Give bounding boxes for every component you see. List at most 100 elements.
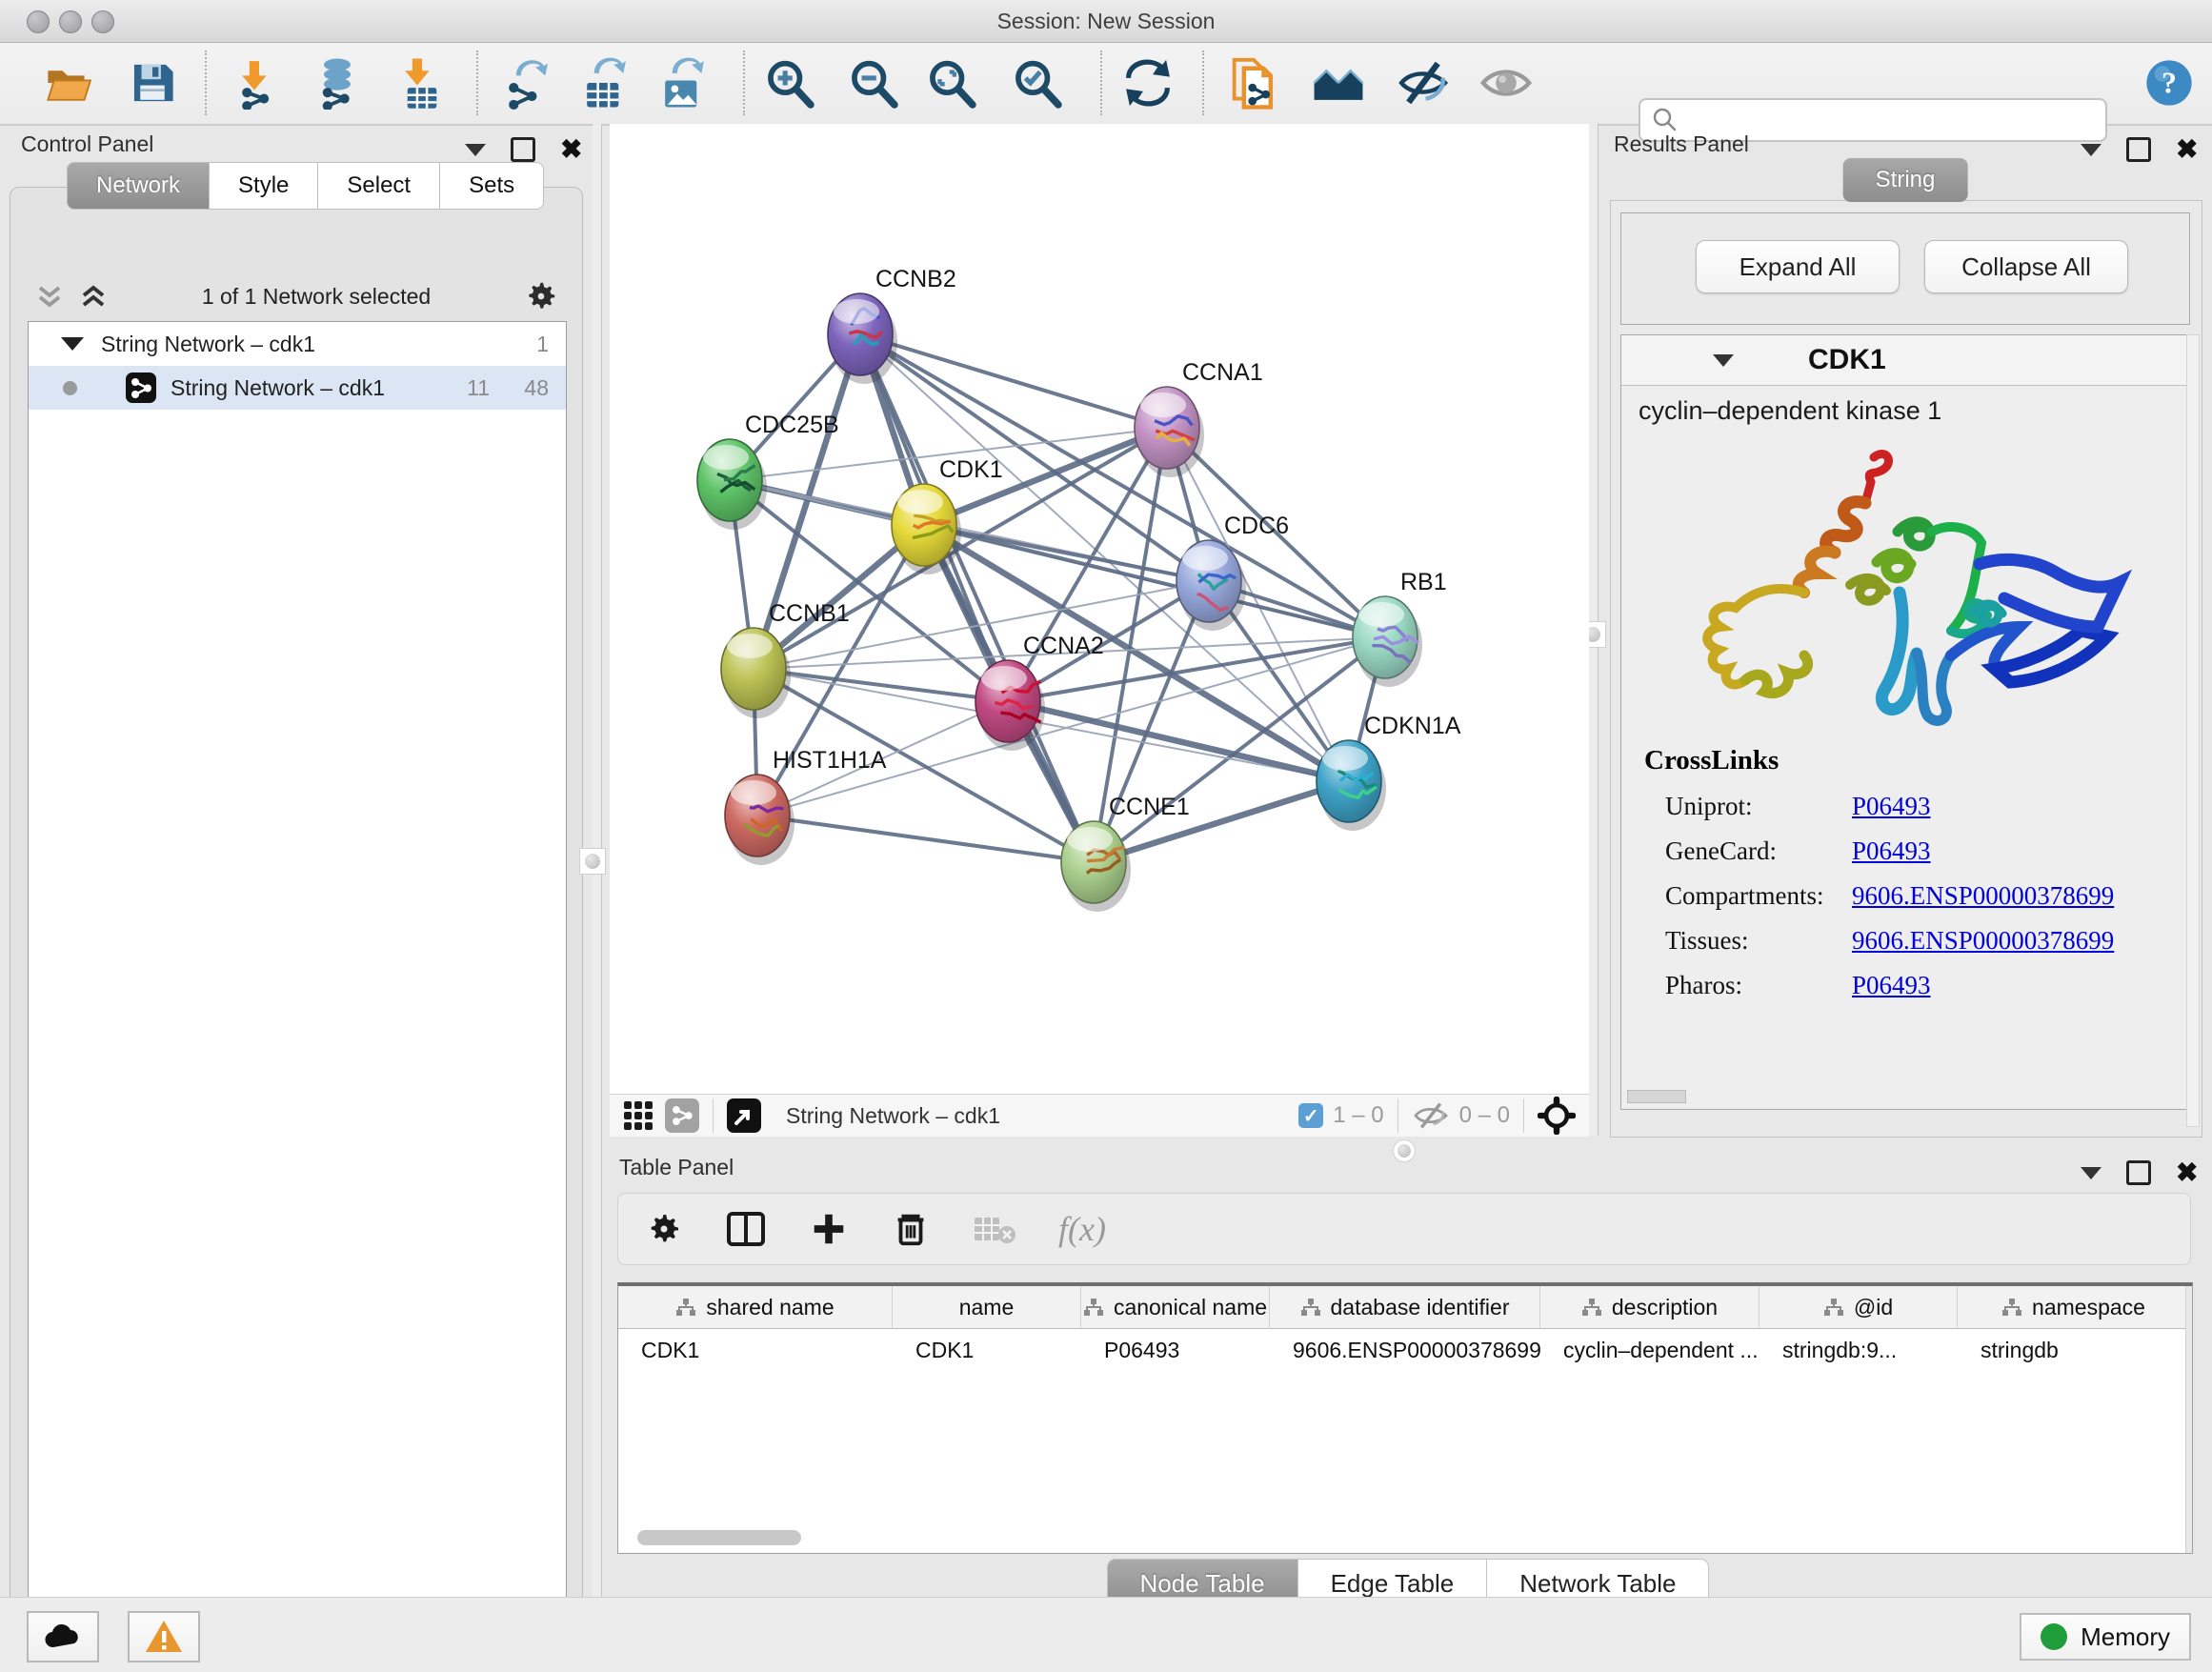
results-scrollbar-track[interactable] [2186, 334, 2200, 1127]
share-document-icon[interactable] [1227, 56, 1280, 110]
string-home-icon[interactable] [1312, 56, 1365, 110]
export-network-icon[interactable] [499, 56, 553, 110]
shared-column-icon [1300, 1298, 1321, 1317]
node-table-grid[interactable]: shared namenamecanonical namedatabase id… [617, 1282, 2193, 1554]
node-CCNE1[interactable]: CCNE1 [1061, 794, 1190, 912]
split-columns-icon[interactable] [725, 1208, 767, 1250]
column-header-namespace[interactable]: namespace [1958, 1286, 2190, 1328]
results-panel-title: Results Panel [1614, 131, 1749, 157]
network-overview-icon[interactable] [665, 1098, 699, 1133]
column-header-shared-name[interactable]: shared name [618, 1286, 893, 1328]
expand-all-button[interactable]: Expand All [1696, 240, 1900, 293]
crosslink-link[interactable]: P06493 [1852, 971, 1931, 1000]
tab-select[interactable]: Select [318, 162, 440, 210]
cloud-button[interactable] [27, 1611, 99, 1662]
tab-string[interactable]: String [1843, 158, 1968, 202]
pan-crosshair-icon[interactable] [1538, 1097, 1576, 1135]
table-panel-menu-icon[interactable] [2081, 1167, 2101, 1179]
collapse-all-button[interactable]: Collapse All [1924, 240, 2128, 293]
table-row[interactable]: CDK1CDK1P064939606.ENSP00000378699cyclin… [618, 1329, 2192, 1371]
string-network-icon [125, 372, 157, 404]
add-column-icon[interactable] [809, 1209, 849, 1249]
collection-expand-icon[interactable] [61, 337, 84, 351]
crosslink-link[interactable]: P06493 [1852, 836, 1931, 866]
grid-view-icon[interactable] [621, 1098, 655, 1133]
node-RB1[interactable]: RB1 [1353, 569, 1447, 687]
table-panel-float-icon[interactable] [2126, 1160, 2151, 1185]
table-hscroll-thumb[interactable] [637, 1530, 801, 1545]
results-panel-float-icon[interactable] [2126, 137, 2151, 162]
results-panel-menu-icon[interactable] [2081, 144, 2101, 156]
collection-count: 1 [536, 332, 549, 357]
export-image-icon[interactable] [655, 56, 709, 110]
network-collection-row[interactable]: String Network – cdk1 1 [29, 322, 566, 366]
results-panel-close-icon[interactable]: ✖ [2176, 140, 2198, 159]
edge-CCNA2-CDKN1A [1008, 701, 1349, 781]
network-view-canvas[interactable]: CCNB2CCNA1CDC25BCDK1CDC6RB1CCNB1CCNA2CDK… [610, 124, 1589, 1094]
refresh-layout-icon[interactable] [1121, 56, 1175, 110]
open-session-icon[interactable] [42, 56, 95, 110]
tab-style[interactable]: Style [210, 162, 318, 210]
cell-description[interactable]: cyclin–dependent ... [1540, 1329, 1760, 1371]
cell-name[interactable]: CDK1 [893, 1329, 1081, 1371]
network-label: String Network – cdk1 [171, 375, 385, 401]
hide-results-eye-icon[interactable] [1397, 56, 1450, 110]
warning-button[interactable] [128, 1611, 200, 1662]
edge-CCNB2-CCNA1 [860, 334, 1167, 428]
crosslink-row: Uniprot:P06493 [1644, 792, 2174, 821]
show-results-eye-icon[interactable] [1479, 56, 1533, 110]
cell--id[interactable]: stringdb:9... [1760, 1329, 1958, 1371]
node-CDKN1A[interactable]: CDKN1A [1317, 713, 1461, 831]
protein-box-hscroll-thumb[interactable] [1627, 1090, 1686, 1103]
export-table-icon[interactable] [577, 56, 631, 110]
import-table-icon[interactable] [395, 56, 449, 110]
column-header-name[interactable]: name [893, 1286, 1081, 1328]
cell-database-identifier[interactable]: 9606.ENSP00000378699 [1270, 1329, 1540, 1371]
zoom-out-icon[interactable] [846, 56, 899, 110]
detach-view-icon[interactable] [727, 1098, 761, 1133]
help-icon[interactable]: ? [2144, 58, 2194, 108]
table-gear-icon[interactable] [645, 1210, 683, 1248]
left-split-handle[interactable] [579, 848, 606, 875]
import-network-file-icon[interactable] [232, 56, 286, 110]
node-HIST1H1A[interactable]: HIST1H1A [725, 747, 887, 865]
collapse-all-icon[interactable] [33, 280, 66, 312]
column-header-canonical-name[interactable]: canonical name [1081, 1286, 1270, 1328]
crosslink-link[interactable]: P06493 [1852, 792, 1931, 821]
crosslink-link[interactable]: 9606.ENSP00000378699 [1852, 926, 2114, 956]
cell-namespace[interactable]: stringdb [1958, 1329, 2190, 1371]
gear-icon[interactable] [523, 278, 559, 314]
delete-column-icon[interactable] [891, 1209, 931, 1249]
protein-description: cyclin–dependent kinase 1 [1639, 396, 2176, 426]
column-header-description[interactable]: description [1540, 1286, 1760, 1328]
table-vscroll-track[interactable] [2185, 1286, 2192, 1553]
protein-header[interactable]: CDK1 [1621, 335, 2189, 386]
protein-collapse-icon[interactable] [1713, 354, 1734, 367]
zoom-in-icon[interactable] [762, 56, 815, 110]
control-panel-float-icon[interactable] [511, 137, 535, 162]
memory-status-dot [2041, 1623, 2067, 1650]
node-CCNB2[interactable]: CCNB2 [828, 266, 956, 384]
zoom-fit-icon[interactable] [924, 56, 977, 110]
tab-network[interactable]: Network [67, 162, 210, 210]
node-CCNB1[interactable]: CCNB1 [721, 600, 850, 718]
zoom-selected-icon[interactable] [1010, 56, 1063, 110]
crosslink-link[interactable]: 9606.ENSP00000378699 [1852, 881, 2114, 911]
node-label-CDC6: CDC6 [1224, 513, 1289, 539]
node-CCNA2[interactable]: CCNA2 [975, 633, 1104, 751]
column-header--id[interactable]: @id [1760, 1286, 1958, 1328]
save-session-icon[interactable] [126, 56, 179, 110]
selected-checkbox[interactable]: ✓ [1298, 1103, 1323, 1128]
network-row[interactable]: String Network – cdk1 11 48 [29, 366, 566, 410]
tab-sets[interactable]: Sets [440, 162, 544, 210]
column-header-database-identifier[interactable]: database identifier [1270, 1286, 1540, 1328]
expand-all-icon[interactable] [77, 280, 110, 312]
node-label-CCNA1: CCNA1 [1182, 359, 1263, 386]
table-panel-close-icon[interactable]: ✖ [2176, 1163, 2198, 1182]
cell-shared-name[interactable]: CDK1 [618, 1329, 893, 1371]
control-panel-menu-icon[interactable] [465, 144, 486, 156]
memory-button[interactable]: Memory [2020, 1613, 2191, 1661]
control-panel-close-icon[interactable]: ✖ [560, 140, 582, 159]
import-network-database-icon[interactable] [311, 56, 364, 110]
cell-canonical-name[interactable]: P06493 [1081, 1329, 1270, 1371]
